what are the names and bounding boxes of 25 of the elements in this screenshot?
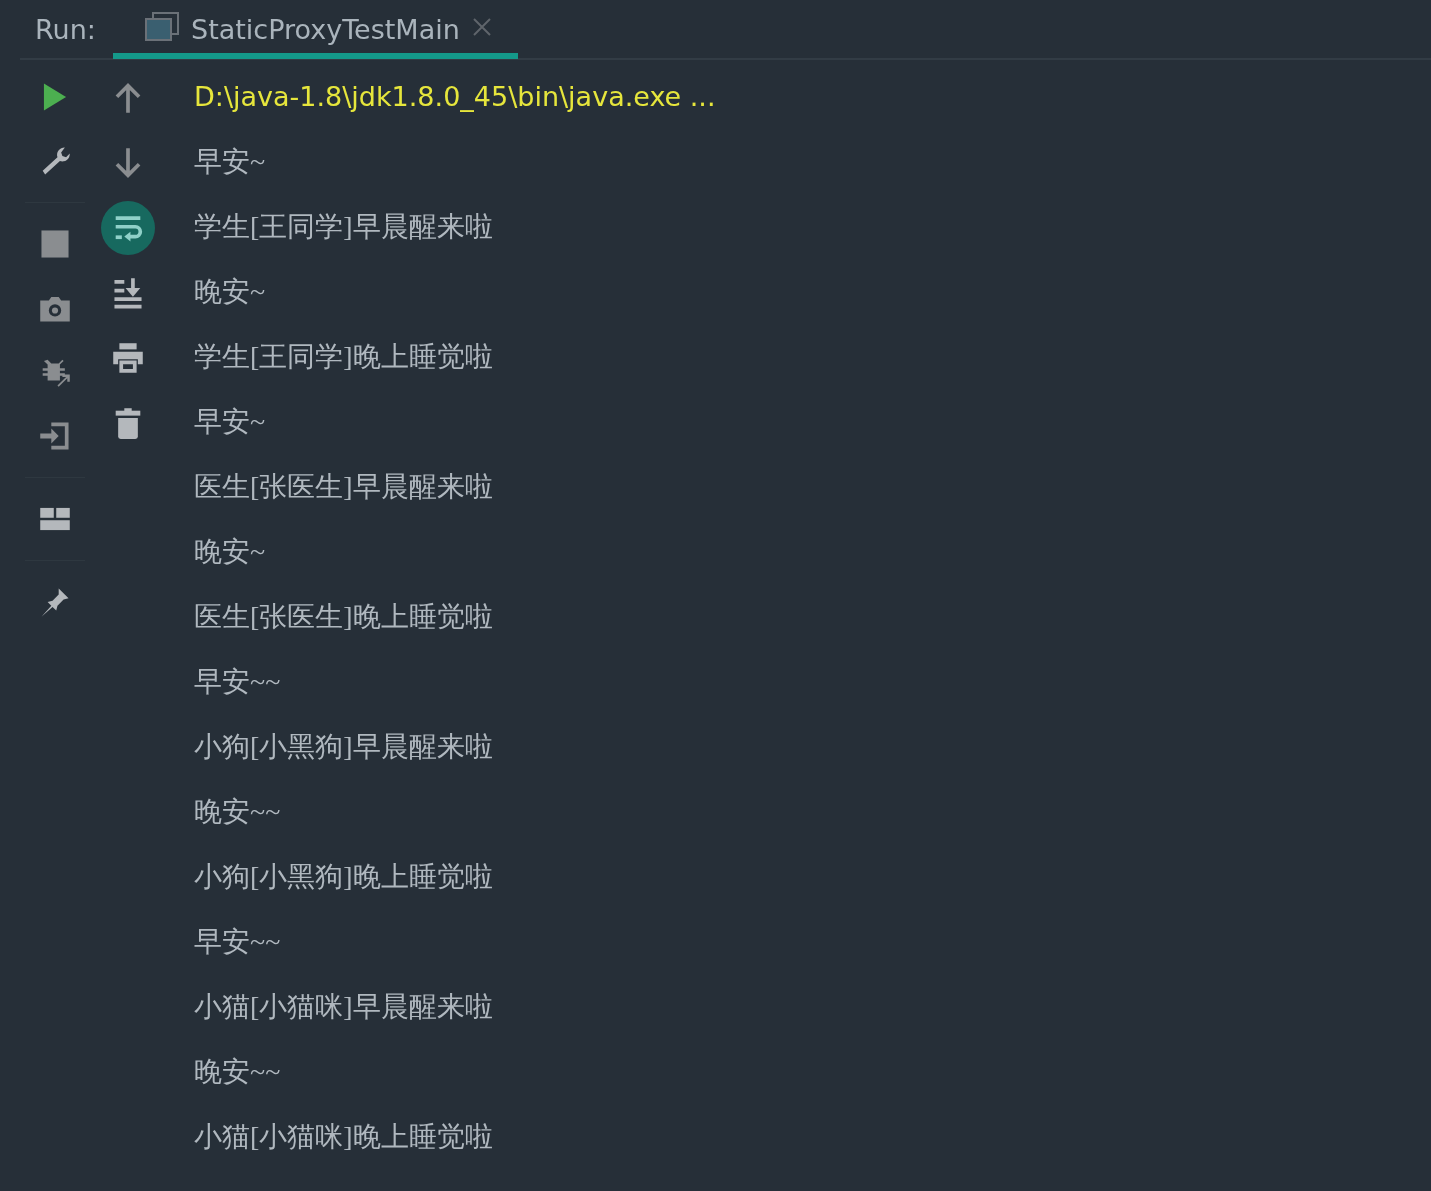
console-output-line: 学生[王同学]早晨醒来啦 <box>194 210 494 244</box>
console-output-line: 医生[张医生]晚上睡觉啦 <box>194 600 494 634</box>
run-tab[interactable]: StaticProxyTestMain <box>113 1 518 59</box>
soft-wrap-toggle[interactable] <box>101 200 155 255</box>
console-output-line: 晚安~ <box>194 275 267 309</box>
command-line: D:\java-1.8\jdk1.8.0_45\bin\java.exe ... <box>194 80 716 114</box>
window-icon <box>145 12 179 42</box>
stop-icon[interactable] <box>39 228 71 260</box>
console-output-line: 晚安~~ <box>194 795 282 829</box>
console-output-line: 医生[张医生]早晨醒来啦 <box>194 470 494 504</box>
console-output-line: 小猫[小猫咪]晚上睡觉啦 <box>194 1120 494 1154</box>
console-output-line: 小猫[小猫咪]早晨醒来啦 <box>194 990 494 1024</box>
console-output-line: 小狗[小黑狗]早晨醒来啦 <box>194 730 494 764</box>
console-output-line: 早安~~ <box>194 665 282 699</box>
sign-in-icon[interactable] <box>39 420 71 452</box>
console-output-line: 早安~~ <box>194 925 282 959</box>
console-output-line: 晚安~ <box>194 535 267 569</box>
console-output-line: 学生[王同学]晚上睡觉啦 <box>194 340 494 374</box>
run-label: Run: <box>35 13 97 45</box>
console-output-line: 早安~ <box>194 405 267 439</box>
scroll-to-end-icon[interactable] <box>112 276 144 309</box>
console-output-line: 早安~ <box>194 145 267 179</box>
console-output-line: 小狗[小黑狗]晚上睡觉啦 <box>194 860 494 894</box>
console-output-line: 晚安~~ <box>194 1055 282 1089</box>
printer-icon[interactable] <box>112 341 144 374</box>
